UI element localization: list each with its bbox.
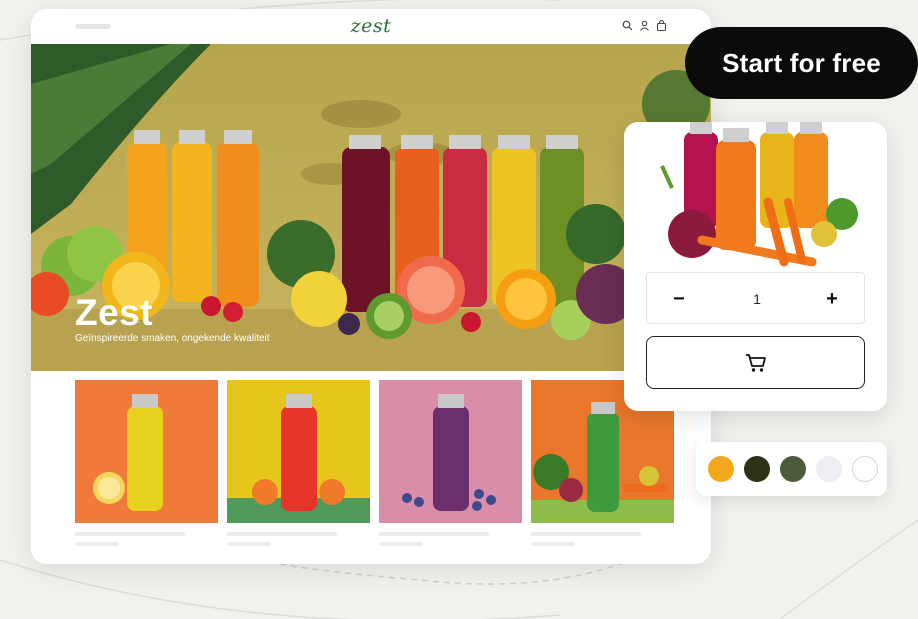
product-detail-card: − 1 +	[624, 122, 887, 411]
decrease-quantity-button[interactable]: −	[653, 273, 705, 325]
swatch-amber[interactable]	[708, 456, 734, 482]
product-card[interactable]	[75, 380, 218, 546]
product-card[interactable]	[379, 380, 522, 546]
swatch-light-gray[interactable]	[816, 456, 842, 482]
color-swatches	[696, 442, 887, 496]
add-to-cart-button[interactable]	[646, 336, 865, 389]
product-image	[660, 122, 858, 267]
store-nav: zest	[31, 9, 711, 44]
user-icon[interactable]	[639, 20, 650, 31]
store-preview: zest Zest Geïnspireerde smaken, ongekend…	[31, 9, 711, 564]
search-icon[interactable]	[622, 20, 633, 31]
swatch-dark-olive[interactable]	[744, 456, 770, 482]
start-for-free-button[interactable]: Start for free	[685, 27, 918, 99]
quantity-value[interactable]: 1	[727, 273, 787, 325]
product-card[interactable]	[227, 380, 370, 546]
product-image	[75, 380, 218, 523]
swatch-moss[interactable]	[780, 456, 806, 482]
product-image	[379, 380, 522, 523]
cart-icon	[745, 353, 766, 372]
hero-banner: Zest Geïnspireerde smaken, ongekende kwa…	[31, 44, 711, 371]
bag-icon[interactable]	[656, 20, 667, 31]
product-image	[227, 380, 370, 523]
increase-quantity-button[interactable]: +	[806, 273, 858, 325]
hero-title: Zest	[75, 292, 154, 333]
quantity-stepper: − 1 +	[646, 272, 865, 324]
store-logo[interactable]: zest	[31, 15, 711, 37]
hero-subtitle: Geïnspireerde smaken, ongekende kwalitei…	[75, 333, 270, 344]
swatch-white[interactable]	[852, 456, 878, 482]
